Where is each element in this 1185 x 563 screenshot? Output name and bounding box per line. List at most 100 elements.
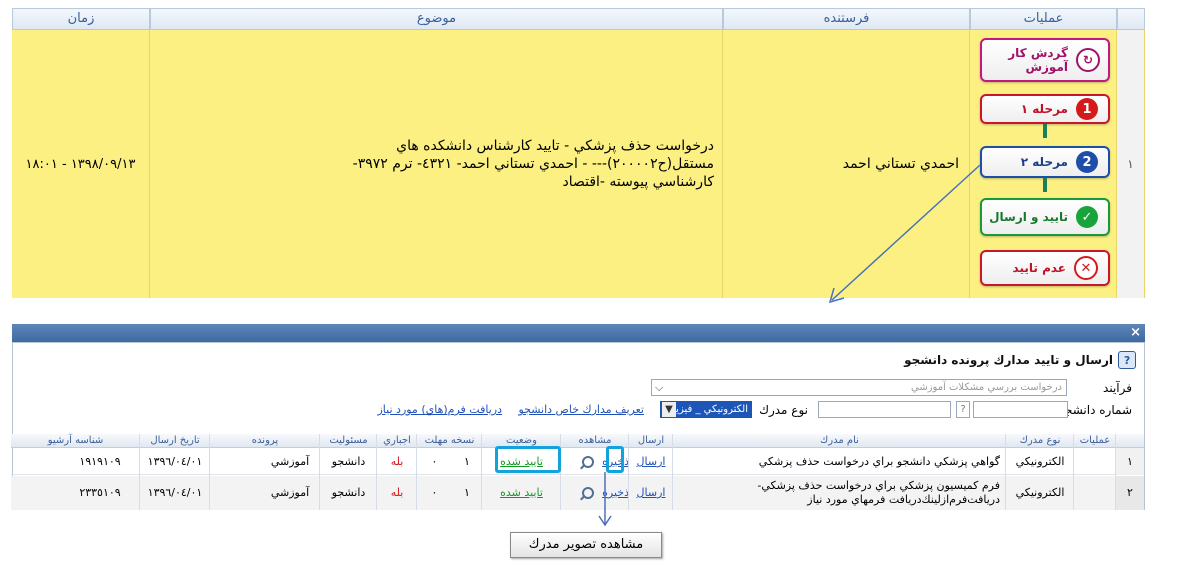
grid-divider xyxy=(376,434,377,510)
grid-divider xyxy=(1005,434,1006,510)
mandatory-flag: بله xyxy=(390,455,404,468)
grid-divider xyxy=(209,434,210,510)
workflow-cycle-button[interactable]: ↻ گردش كار آموزش xyxy=(980,38,1110,82)
student-number-label: شماره دانشجو xyxy=(1058,403,1132,417)
student-name-input[interactable] xyxy=(818,401,951,418)
dialog-titlebar: × xyxy=(12,324,1145,342)
lookup-button[interactable]: ? xyxy=(956,401,970,418)
operations-cell: ↻ گردش كار آموزش 1 مرحله ١ 2 مرحله ٢ ✓ ت… xyxy=(970,30,1117,298)
process-label: فرآيند xyxy=(1103,381,1132,395)
step2-label: مرحله ٢ xyxy=(1020,155,1068,169)
row-index: ١ xyxy=(1117,30,1145,298)
responsibility: دانشجو xyxy=(331,455,366,468)
grid-divider xyxy=(1073,434,1074,510)
col-send-date: تاريخ ارسال xyxy=(150,435,200,446)
dialog-title: ? ارسال و تاييد مدارك پرونده دانشجو xyxy=(904,351,1136,369)
close-icon[interactable]: × xyxy=(1130,324,1141,342)
view-document-image-button[interactable]: مشاهده تصوير مدرك xyxy=(510,532,662,558)
approve-send-label: تاييد و ارسال xyxy=(989,210,1068,224)
file-name: آموزشي xyxy=(270,486,310,499)
col-doc-name: نام مدرك xyxy=(820,435,859,446)
grid-divider xyxy=(481,434,482,510)
help-icon[interactable]: ? xyxy=(1118,351,1136,369)
table-row[interactable]: ١ الكترونيكي گواهي پزشكي دانشجو براي درخ… xyxy=(11,448,1144,475)
header-subject: موضوع xyxy=(150,8,723,30)
step2-button[interactable]: 2 مرحله ٢ xyxy=(980,146,1110,178)
file-name: آموزشي xyxy=(270,455,310,468)
header-index xyxy=(1117,8,1145,30)
col-file: پرونده xyxy=(251,435,279,446)
col-copy-deadline: نسخه مهلت xyxy=(424,435,475,446)
deadline: ٠ xyxy=(431,486,438,499)
send-link[interactable]: ارسال xyxy=(629,455,673,468)
col-doc-kind: نوع مدرك xyxy=(1019,435,1061,446)
workflow-cycle-label: گردش كار آموزش xyxy=(1008,46,1068,74)
header-operations: عمليات xyxy=(970,8,1117,30)
pointer-arrow xyxy=(828,164,981,304)
grid-divider xyxy=(672,434,673,510)
status-approved[interactable]: تاييد شده xyxy=(482,486,561,499)
row-number: ٢ xyxy=(1116,476,1144,510)
copy-count: ١ xyxy=(464,486,470,499)
close-circle-icon: ✕ xyxy=(1074,256,1098,280)
doc-name: گواهي پزشكي دانشجو براي درخواست حذف پزشك… xyxy=(758,455,1000,468)
status-highlight xyxy=(495,446,561,473)
table-row[interactable]: ٢ الكترونيكي فرم كميسيون پزشكي براي درخو… xyxy=(11,476,1144,510)
doc-name: فرم كميسيون پزشكي براي درخواست حذف پزشكي… xyxy=(757,479,1000,506)
col-send: ارسال xyxy=(637,435,665,446)
doc-type-label: نوع مدرك xyxy=(759,403,808,417)
col-ops: عمليات xyxy=(1079,435,1111,446)
workflow-panel: ↻ گردش كار آموزش 1 مرحله ١ 2 مرحله ٢ ✓ ت… xyxy=(973,30,1114,298)
row-number: ١ xyxy=(1116,448,1144,475)
archive-id: ٢٣٣٥١٠٩ xyxy=(79,486,121,499)
process-select[interactable]: درخواست بررسي مشكلات آموزشي ⌵ xyxy=(651,379,1067,396)
magnifier-icon[interactable] xyxy=(581,487,594,499)
student-number-input[interactable] xyxy=(973,401,1068,418)
document-dialog: ? ارسال و تاييد مدارك پرونده دانشجو فرآي… xyxy=(11,342,1145,510)
doc-kind: الكترونيكي xyxy=(1015,486,1065,499)
step1-number-icon: 1 xyxy=(1076,98,1098,120)
process-value: درخواست بررسي مشكلات آموزشي xyxy=(910,382,1062,393)
reject-button[interactable]: ✕ عدم تاييد xyxy=(980,250,1110,286)
grid-divider xyxy=(1115,434,1116,510)
chevron-down-icon: ⌵ xyxy=(655,381,664,394)
subject-cell: درخواست حذف پزشكي - تاييد كارشناس دانشكد… xyxy=(150,30,723,298)
step1-label: مرحله ١ xyxy=(1020,102,1068,116)
col-archive-id: شناسه آرشيو xyxy=(47,435,104,446)
col-mandatory: اجباري xyxy=(383,435,411,446)
view-highlight xyxy=(606,446,624,473)
reject-label: عدم تاييد xyxy=(1012,261,1066,275)
step2-number-icon: 2 xyxy=(1076,151,1098,173)
col-index xyxy=(1116,434,1144,447)
chevron-down-icon: ▼ xyxy=(662,402,676,417)
archive-id: ١٩١٩١٠٩ xyxy=(79,455,121,468)
define-docs-link[interactable]: تعريف مدارك خاص دانشجو xyxy=(518,403,644,416)
col-responsibility: مسئوليت xyxy=(329,435,368,446)
responsibility: دانشجو xyxy=(331,486,366,499)
workflow-connector xyxy=(1043,178,1047,192)
grid-divider xyxy=(139,434,140,510)
workflow-cycle-icon: ↻ xyxy=(1076,48,1100,72)
mandatory-flag: بله xyxy=(390,486,404,499)
time-cell: ١٣٩٨/٠٩/١٣ - ١٨:٠١ xyxy=(12,30,150,298)
approve-send-button[interactable]: ✓ تاييد و ارسال xyxy=(980,198,1110,236)
doc-kind: الكترونيكي xyxy=(1015,455,1065,468)
send-date: ١٣٩٦/٠٤/٠١ xyxy=(147,455,203,468)
workflow-connector xyxy=(1043,124,1047,138)
send-link[interactable]: ارسال xyxy=(629,486,673,499)
grid-divider xyxy=(416,434,417,510)
checkmark-icon: ✓ xyxy=(1076,206,1098,228)
deadline: ٠ xyxy=(431,455,438,468)
header-sender: فرستنده xyxy=(723,8,970,30)
send-date: ١٣٩٦/٠٤/٠١ xyxy=(147,486,203,499)
grid-divider xyxy=(628,434,629,510)
header-time: زمان xyxy=(12,8,150,30)
step1-button[interactable]: 1 مرحله ١ xyxy=(980,94,1110,124)
copy-count: ١ xyxy=(464,455,470,468)
pointer-arrow xyxy=(598,472,612,527)
doc-type-select[interactable]: الكترونيكي _ فيزيكي ▼ xyxy=(660,401,752,418)
dialog-title-text: ارسال و تاييد مدارك پرونده دانشجو xyxy=(904,353,1113,367)
magnifier-icon[interactable] xyxy=(581,456,594,468)
grid-divider xyxy=(319,434,320,510)
download-forms-link[interactable]: دريافت فرم(هاي) مورد نياز xyxy=(378,403,503,416)
